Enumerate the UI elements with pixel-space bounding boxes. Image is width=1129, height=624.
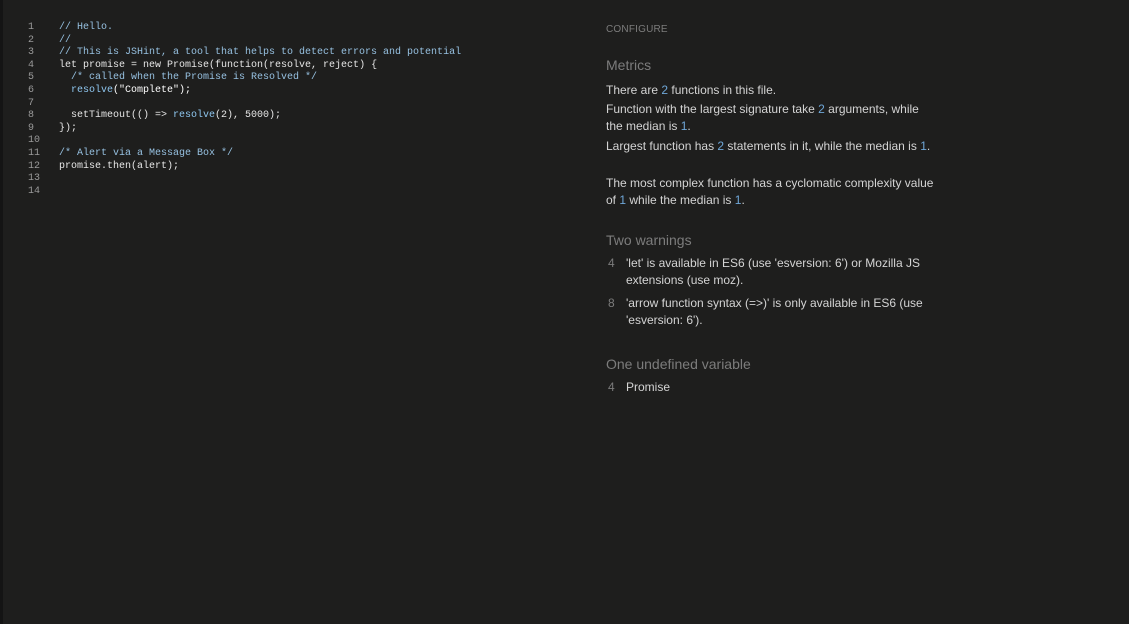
line-code: setTimeout(() => resolve(2), 5000);	[59, 110, 281, 123]
line-number: 11	[28, 147, 41, 159]
code-token: (2), 5000);	[215, 110, 282, 122]
undefined-line-number: 4	[608, 380, 615, 394]
line-code: });	[59, 123, 77, 136]
code-token: /* called when the Promise is Resolved *…	[59, 72, 318, 84]
code-token: resolve	[71, 84, 114, 96]
metrics-signature: Function with the largest signature take…	[606, 101, 936, 135]
line-number: 4	[28, 59, 35, 71]
code-token: // This is JSHint, a tool that helps to …	[59, 47, 462, 59]
metrics-text: while the median is	[626, 193, 735, 207]
code-line[interactable]: 9});	[20, 123, 580, 136]
line-number: 1	[28, 22, 35, 33]
line-number: 13	[28, 173, 41, 185]
warning-line-number: 8	[608, 296, 615, 310]
warning-line-number: 4	[608, 256, 615, 270]
line-number: 8	[28, 110, 35, 122]
window-edge	[0, 0, 3, 624]
code-line[interactable]: 11 /* Alert via a Message Box */	[20, 148, 580, 161]
metrics-complexity: The most complex function has a cyclomat…	[606, 175, 936, 209]
warning-item[interactable]: 8 'arrow function syntax (=>)' is only a…	[606, 295, 936, 331]
line-code: resolve("Complete");	[59, 85, 191, 98]
warnings-heading: Two warnings	[606, 232, 692, 248]
warning-item[interactable]: 4 'let' is available in ES6 (use 'esvers…	[606, 255, 936, 291]
metrics-text: .	[926, 139, 931, 153]
code-token: let promise = new Promise(	[59, 59, 216, 71]
metrics-text: statements in it, while the median is	[724, 139, 921, 153]
code-line[interactable]: 5 /* called when the Promise is Resolved…	[20, 72, 580, 85]
metrics-text: Function with the largest signature take	[606, 102, 819, 116]
line-number: 9	[28, 122, 35, 134]
code-token: promise.then(alert);	[59, 160, 180, 172]
line-number: 5	[28, 72, 35, 84]
undefined-variables-heading: One undefined variable	[606, 356, 751, 372]
line-number: 7	[28, 97, 35, 109]
line-number: 3	[28, 47, 35, 59]
line-number: 10	[28, 135, 41, 147]
undefined-variable-item[interactable]: 4 Promise	[606, 379, 936, 397]
code-token: (resolve, reject) {	[263, 59, 378, 71]
code-line[interactable]: 13	[20, 173, 580, 186]
line-code: // Hello.	[59, 22, 113, 35]
line-number: 2	[28, 34, 35, 46]
code-token: /* Alert via a Message Box */	[59, 147, 234, 159]
line-number: 6	[28, 84, 35, 96]
metrics-heading: Metrics	[606, 57, 652, 73]
metrics-text: Largest function has	[606, 139, 718, 153]
code-line[interactable]: 8 setTimeout(() => resolve(2), 5000);	[20, 110, 580, 123]
metrics-functions-count: There are 2 functions in this file.	[606, 82, 936, 99]
code-line[interactable]: 12 promise.then(alert);	[20, 161, 580, 174]
line-code: let promise = new Promise(function(resol…	[59, 60, 377, 73]
jshint-app: 1 // Hello. 2 // 3 // This is JSHint, a tool …	[0, 0, 1129, 624]
line-number: 14	[28, 185, 41, 197]
metrics-number: 2	[818, 102, 825, 116]
undefined-variable-name: Promise	[626, 380, 671, 394]
code-line[interactable]: 4 let promise = new Promise(function(reso…	[20, 60, 580, 73]
code-token: //	[59, 34, 72, 46]
code-line[interactable]: 14	[20, 186, 580, 199]
line-number: 12	[28, 160, 41, 172]
code-line[interactable]: 6 resolve("Complete");	[20, 85, 580, 98]
code-token: });	[59, 122, 78, 134]
warning-message: 'arrow function syntax (=>)' is only ava…	[626, 296, 923, 327]
code-line[interactable]: 2 //	[20, 35, 580, 48]
metrics-text: .	[687, 119, 691, 133]
code-line[interactable]: 1 // Hello.	[20, 22, 580, 35]
warning-message: 'let' is available in ES6 (use 'esversio…	[626, 256, 920, 287]
metrics-text: functions in this file.	[668, 83, 777, 97]
line-code: /* Alert via a Message Box */	[59, 148, 233, 161]
line-code: promise.then(alert);	[59, 161, 179, 174]
code-token: ("Complete");	[113, 84, 192, 96]
code-token: resolve	[173, 110, 216, 122]
code-token: function	[215, 59, 264, 71]
metrics-number: 1	[920, 139, 927, 153]
line-code: /* called when the Promise is Resolved *…	[59, 72, 317, 85]
line-code: // This is JSHint, a tool that helps to …	[59, 47, 461, 60]
code-line[interactable]: 7	[20, 98, 580, 111]
metrics-text: .	[741, 193, 745, 207]
code-line[interactable]: 3 // This is JSHint, a tool that helps to…	[20, 47, 580, 60]
code-editor[interactable]: 1 // Hello. 2 // 3 // This is JSHint, a tool …	[20, 22, 580, 612]
metrics-text: There are	[606, 83, 662, 97]
code-token: setTimeout(() =>	[59, 110, 174, 122]
code-line[interactable]: 10	[20, 135, 580, 148]
metrics-statements: Largest function has 2 statements in it,…	[606, 138, 936, 155]
code-token: // Hello.	[59, 22, 114, 33]
line-code: //	[59, 35, 71, 48]
configure-link[interactable]: CONFIGURE	[606, 24, 668, 35]
